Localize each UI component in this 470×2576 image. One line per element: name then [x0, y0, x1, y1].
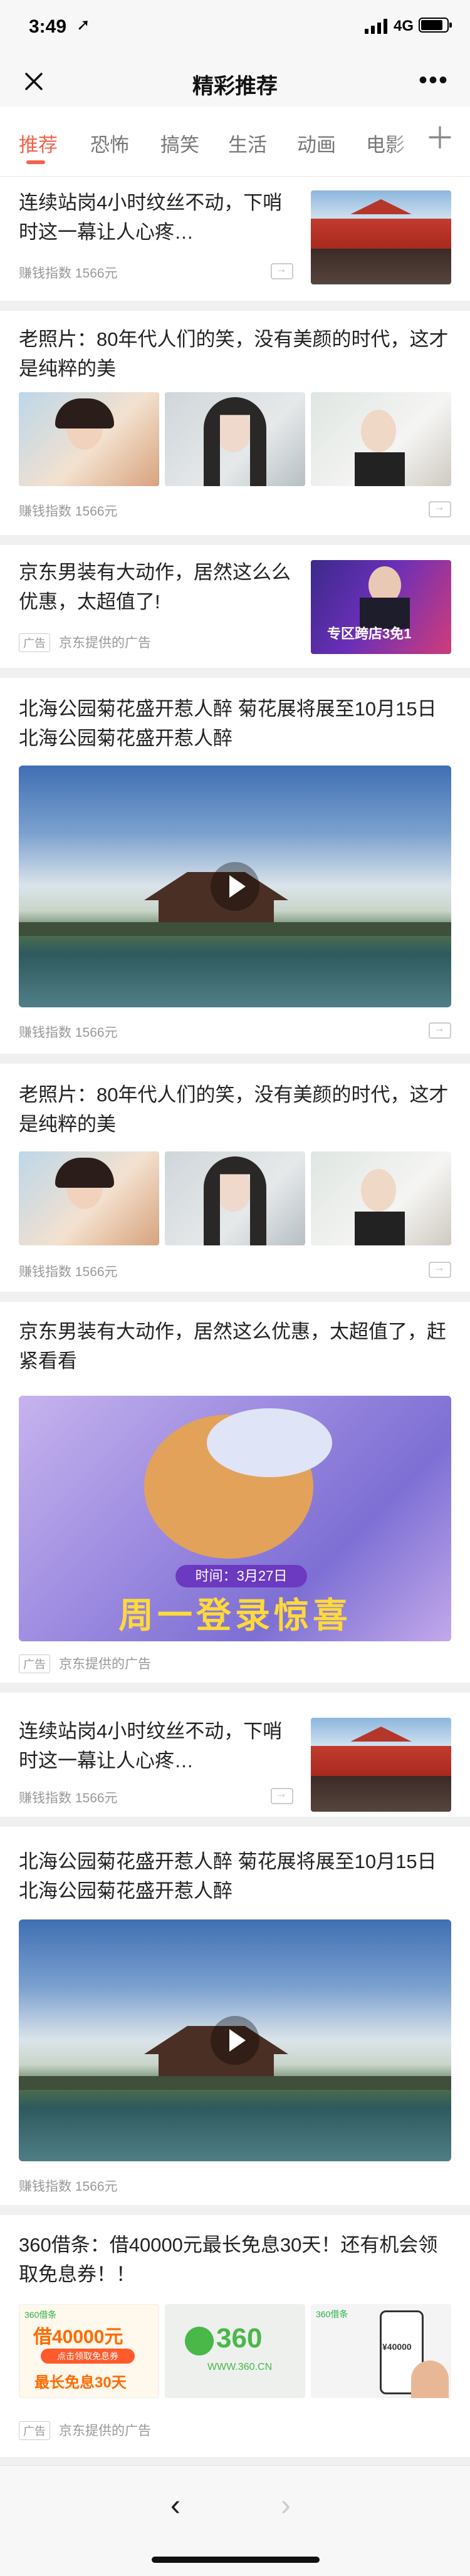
ad-badge: 广告: [19, 1654, 50, 1673]
card-title: 老照片：80年代人们的笑，没有美颜的时代，这才是纯粹的美: [19, 328, 449, 380]
photo-thumbnail: [311, 1151, 451, 1245]
tab-fade: [389, 106, 426, 175]
video-card[interactable]: 北海公园菊花盛开惹人醉 菊花展将展至10月15日北海公园菊花盛开惹人醉 赚钱指数…: [0, 1827, 470, 2205]
news-card[interactable]: 老照片：80年代人们的笑，没有美颜的时代，这才是纯粹的美 赚钱指数 1566元: [0, 311, 470, 535]
card-title: 京东男装有大动作，居然这么优惠，太超值了，赶紧看看: [19, 1321, 446, 1372]
card-title: 360借条：借40000元最长免息30天！还有机会领取免息券！！: [19, 2234, 438, 2285]
card-meta: 广告 京东提供的广告: [19, 1654, 151, 1673]
ad-subline: 最长免息30天: [34, 2374, 127, 2391]
share-icon[interactable]: [429, 1022, 451, 1039]
photo-thumbnail: [165, 1151, 305, 1245]
photo-thumbnail: [19, 392, 159, 486]
page-title: 精彩推荐: [192, 75, 278, 98]
share-icon[interactable]: [429, 501, 451, 517]
tab-life[interactable]: 生活: [228, 129, 267, 157]
tab-recommend[interactable]: 推荐: [19, 129, 58, 157]
plus-icon[interactable]: ＋: [425, 122, 455, 157]
photo-thumbnail: [165, 392, 305, 486]
share-icon[interactable]: [271, 262, 293, 279]
ad-logo: 360: [216, 2323, 263, 2354]
card-title: 连续站岗4小时纹丝不动，下哨时这一幕让人心疼…: [19, 1720, 283, 1772]
loan-ad-image: 360借条 ¥40000: [311, 2304, 451, 2398]
more-icon[interactable]: •••: [419, 68, 449, 93]
location-arrow-icon: ➚: [76, 15, 90, 34]
tab-horror[interactable]: 恐怖: [90, 129, 129, 157]
back-arrow-icon[interactable]: ‹: [170, 2488, 180, 2523]
card-title: 京东男装有大动作，居然这么么优惠，太超值了!: [19, 561, 291, 613]
ad-badge: 广告: [19, 633, 50, 652]
card-meta: 赚钱指数 1566元: [19, 1791, 118, 1805]
card-meta: 赚钱指数 1566元: [19, 266, 118, 281]
ad-thumb-text: 专区跨店3免1: [327, 626, 412, 641]
banner-headline: 周一登录惊喜: [118, 1596, 352, 1635]
ad-source: 京东提供的广告: [59, 2424, 151, 2438]
ad-cta: 点击领取免息券: [41, 2349, 135, 2364]
card-meta: 广告 京东提供的广告: [19, 2421, 151, 2440]
ad-source: 京东提供的广告: [59, 1657, 151, 1671]
ad-url: WWW.360.CN: [207, 2362, 273, 2372]
ad-card[interactable]: 京东男装有大动作，居然这么么优惠，太超值了! 广告 京东提供的广告 专区跨店3免1: [0, 545, 470, 668]
ad-amount: 借40000元: [33, 2327, 123, 2347]
park-video-thumbnail: [19, 1919, 451, 2161]
forward-arrow-icon[interactable]: ›: [281, 2488, 291, 2523]
home-indicator: [152, 2557, 320, 2563]
ad-card[interactable]: 京东男装有大动作，居然这么优惠，太超值了，赶紧看看 时间：3月27日 周一登录惊…: [0, 1302, 470, 1683]
ad-thumbnail: 专区跨店3免1: [311, 560, 451, 654]
photo-thumbnail: [311, 392, 451, 486]
ad-amount: ¥40000: [382, 2342, 412, 2352]
news-card[interactable]: 连续站岗4小时纹丝不动，下哨时这一幕让人心疼… 赚钱指数 1566元: [0, 1693, 470, 1817]
share-icon[interactable]: [429, 1261, 451, 1278]
banner-date: 时间：3月27日: [175, 1565, 307, 1587]
news-card[interactable]: 连续站岗4小时纹丝不动，下哨时这一幕让人心疼… 赚钱指数 1566元: [0, 177, 470, 301]
ad-card[interactable]: 360借条：借40000元最长免息30天！还有机会领取免息券！！ 360借条 借…: [0, 2215, 470, 2457]
status-time: 3:49: [29, 16, 67, 37]
network-type: 4G: [394, 18, 414, 34]
battery-icon: [419, 18, 452, 33]
ad-source: 京东提供的广告: [59, 636, 151, 650]
loan-ad-image: 360借条 借40000元 点击领取免息券 最长免息30天: [19, 2304, 159, 2398]
card-title: 连续站岗4小时纹丝不动，下哨时这一幕让人心疼…: [19, 192, 283, 243]
card-meta: 广告 京东提供的广告: [19, 633, 151, 652]
bottom-toolbar: ‹ ›: [0, 2465, 470, 2576]
active-tab-indicator: [26, 160, 45, 164]
tab-animation[interactable]: 动画: [297, 129, 336, 157]
360-logo-icon: [185, 2327, 214, 2355]
play-icon[interactable]: [211, 2016, 259, 2065]
nav-bar: 精彩推荐 •••: [0, 55, 470, 106]
card-meta: 赚钱指数 1566元: [19, 1265, 118, 1279]
play-icon[interactable]: [211, 862, 259, 911]
ad-logo: 360借条: [316, 2309, 348, 2319]
card-meta: 赚钱指数 1566元: [19, 504, 118, 519]
loan-ad-image: 360 WWW.360.CN: [165, 2304, 305, 2398]
game-ad-banner: 时间：3月27日 周一登录惊喜: [19, 1396, 451, 1641]
signal-icon: [365, 19, 387, 34]
share-icon[interactable]: [271, 1787, 293, 1804]
card-meta: 赚钱指数 1566元: [19, 1026, 118, 1040]
card-title: 老照片：80年代人们的笑，没有美颜的时代，这才是纯粹的美: [19, 1084, 449, 1135]
card-title: 北海公园菊花盛开惹人醉 菊花展将展至10月15日北海公园菊花盛开惹人醉: [19, 698, 437, 749]
photo-thumbnail: [19, 1151, 159, 1245]
ad-logo: 360借条: [24, 2310, 57, 2320]
video-card[interactable]: 北海公园菊花盛开惹人醉 菊花展将展至10月15日北海公园菊花盛开惹人醉 赚钱指数…: [0, 678, 470, 1054]
tab-funny[interactable]: 搞笑: [160, 129, 199, 157]
park-video-thumbnail: [19, 766, 451, 1007]
card-meta: 赚钱指数 1566元: [19, 2179, 118, 2194]
tiananmen-thumbnail: [311, 1718, 451, 1812]
category-tabs: 推荐 恐怖 搞笑 生活 动画 电影 ＋: [0, 106, 470, 177]
card-title: 北海公园菊花盛开惹人醉 菊花展将展至10月15日北海公园菊花盛开惹人醉: [19, 1851, 437, 1902]
status-bar: 3:49 ➚ 4G: [0, 0, 470, 55]
ad-badge: 广告: [19, 2421, 50, 2440]
news-card[interactable]: 老照片：80年代人们的笑，没有美颜的时代，这才是纯粹的美 赚钱指数 1566元: [0, 1064, 470, 1292]
tiananmen-thumbnail: [311, 190, 451, 284]
